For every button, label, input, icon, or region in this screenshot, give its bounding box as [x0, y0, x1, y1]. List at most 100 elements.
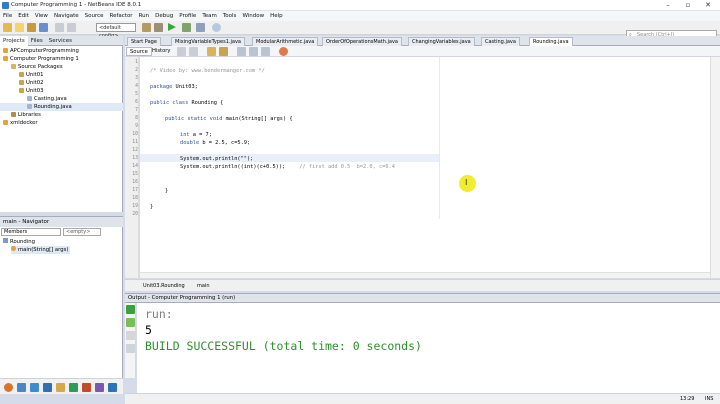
tree-project-ap[interactable]: APComputerProgramming: [0, 47, 123, 55]
tree-project-cp1[interactable]: Computer Programming 1: [0, 55, 123, 63]
start-icon[interactable]: [4, 383, 13, 392]
output-settings-icon[interactable]: [126, 344, 135, 353]
tree-rounding-java[interactable]: Rounding.java: [0, 103, 123, 111]
netbeans-app-icon: [2, 2, 9, 9]
breadcrumb-class[interactable]: Unit03.Rounding: [135, 282, 185, 290]
project-icon: [3, 120, 8, 125]
java-file-icon: [27, 96, 32, 101]
close-button[interactable]: ✕: [702, 1, 714, 10]
output-title[interactable]: Output - Computer Programming 1 (run): [128, 294, 235, 303]
clean-build-icon[interactable]: [154, 23, 163, 32]
tree-unit02[interactable]: Unit02: [0, 79, 123, 87]
menu-refactor[interactable]: Refactor: [107, 11, 136, 21]
source-tab[interactable]: Source: [126, 47, 152, 56]
tab-casting[interactable]: Casting.java: [481, 37, 520, 46]
members-select[interactable]: Members: [1, 228, 61, 236]
output-console[interactable]: run: 5 BUILD SUCCESSFUL (total time: 0 s…: [137, 303, 720, 393]
tab-rounding[interactable]: Rounding.java: [529, 37, 573, 46]
menu-file[interactable]: File: [0, 11, 15, 21]
tab-changingvariables[interactable]: ChangingVariables.java: [408, 37, 475, 46]
code-line-18: }: [150, 204, 154, 210]
rerun-different-icon[interactable]: [126, 318, 135, 327]
status-insert-mode: INS: [705, 396, 714, 402]
breadcrumb-method[interactable]: main: [189, 282, 210, 290]
stop-icon[interactable]: [126, 331, 135, 340]
explorer-icon[interactable]: [56, 383, 65, 392]
menu-view[interactable]: View: [32, 11, 51, 21]
left-bottom-toolbar: [0, 378, 123, 394]
tree-unit03[interactable]: Unit03: [0, 87, 123, 95]
config-select[interactable]: <default config>: [96, 23, 136, 39]
navigator-title: main - Navigator: [0, 217, 123, 227]
menu-window[interactable]: Window: [239, 11, 267, 21]
code-line-14: System.out.println((int)(c+0.5));// firs…: [180, 164, 395, 170]
shift-left-icon[interactable]: [249, 47, 258, 56]
menu-profile[interactable]: Profile: [176, 11, 199, 21]
menu-help[interactable]: Help: [267, 11, 286, 21]
app2-icon[interactable]: [82, 383, 91, 392]
tree-source-packages[interactable]: Source Packages: [0, 63, 123, 71]
open-project-icon[interactable]: [27, 23, 36, 32]
navigator-method[interactable]: main(String[] args): [11, 246, 71, 254]
tab-projects[interactable]: Projects: [0, 36, 28, 46]
tree-unit01[interactable]: Unit01: [0, 71, 123, 79]
build-icon[interactable]: [142, 23, 151, 32]
package-icon: [19, 72, 24, 77]
toggle-bookmark-icon[interactable]: [237, 47, 246, 56]
find-icon[interactable]: [207, 47, 216, 56]
status-time: 13:29: [680, 396, 695, 402]
app-icon[interactable]: [69, 383, 78, 392]
folder-tool-icon[interactable]: [30, 383, 39, 392]
maximize-button[interactable]: ▫: [682, 1, 694, 10]
minimize-button[interactable]: –: [662, 1, 674, 10]
menu-debug[interactable]: Debug: [152, 11, 176, 21]
media-icon[interactable]: [43, 383, 52, 392]
tab-orderofoperationsmath[interactable]: OrderOfOperationsMath.java: [322, 37, 402, 46]
tree-project-xmldecker[interactable]: xmldecker: [0, 119, 123, 127]
save-all-icon[interactable]: [39, 23, 48, 32]
navigator-class[interactable]: Rounding: [3, 238, 35, 246]
java-file-icon: [27, 104, 32, 109]
new-project-icon[interactable]: [3, 23, 12, 32]
menu-navigate[interactable]: Navigate: [51, 11, 82, 21]
undo-icon[interactable]: [55, 23, 64, 32]
rerun-icon[interactable]: [126, 305, 135, 314]
folder-icon: [11, 64, 16, 69]
navigator-filter-select[interactable]: <empty>: [63, 228, 101, 236]
menu-team[interactable]: Team: [199, 11, 220, 21]
tab-services[interactable]: Services: [46, 36, 75, 46]
editor-breadcrumb-bar: Unit03.Rounding main: [125, 279, 720, 291]
app3-icon[interactable]: [95, 383, 104, 392]
menu-run[interactable]: Run: [136, 11, 153, 21]
tree-casting-java[interactable]: Casting.java: [0, 95, 123, 103]
code-line-16: }: [165, 188, 169, 194]
tab-modulararithmetic[interactable]: ModularArithmetic.java: [252, 37, 319, 46]
mouse-cursor-highlight: [459, 175, 476, 192]
run-icon[interactable]: [168, 23, 176, 31]
shift-right-icon[interactable]: [261, 47, 270, 56]
forward-icon[interactable]: [189, 47, 198, 56]
record-macro-icon[interactable]: [279, 47, 288, 56]
debug-icon[interactable]: [182, 23, 191, 32]
navigator-panel: main - Navigator Members <empty> Roundin…: [0, 216, 123, 378]
redo-icon[interactable]: [67, 23, 76, 32]
history-tab[interactable]: History: [149, 47, 173, 56]
back-icon[interactable]: [177, 47, 186, 56]
menu-bar: File Edit View Navigate Source Refactor Run Deb…: [0, 11, 720, 21]
tree-libraries[interactable]: Libraries: [0, 111, 123, 119]
vertical-scrollbar[interactable]: [710, 57, 720, 278]
profile-icon[interactable]: [196, 23, 205, 32]
tab-files[interactable]: Files: [28, 36, 46, 46]
menu-source[interactable]: Source: [82, 11, 107, 21]
app4-icon[interactable]: [108, 383, 117, 392]
code-line-11: double b = 2.5, c=5.9;: [180, 140, 251, 146]
find-next-icon[interactable]: [219, 47, 228, 56]
tab-mixingvariabletypes1[interactable]: MixingVariableTypes1.java: [171, 37, 245, 46]
horizontal-scrollbar[interactable]: [140, 272, 710, 278]
tool-icon[interactable]: [17, 383, 26, 392]
menu-tools[interactable]: Tools: [220, 11, 240, 21]
tab-start-page[interactable]: Start Page: [127, 37, 161, 46]
new-file-icon[interactable]: [15, 23, 24, 32]
menu-edit[interactable]: Edit: [15, 11, 32, 21]
memory-icon[interactable]: [212, 23, 221, 32]
